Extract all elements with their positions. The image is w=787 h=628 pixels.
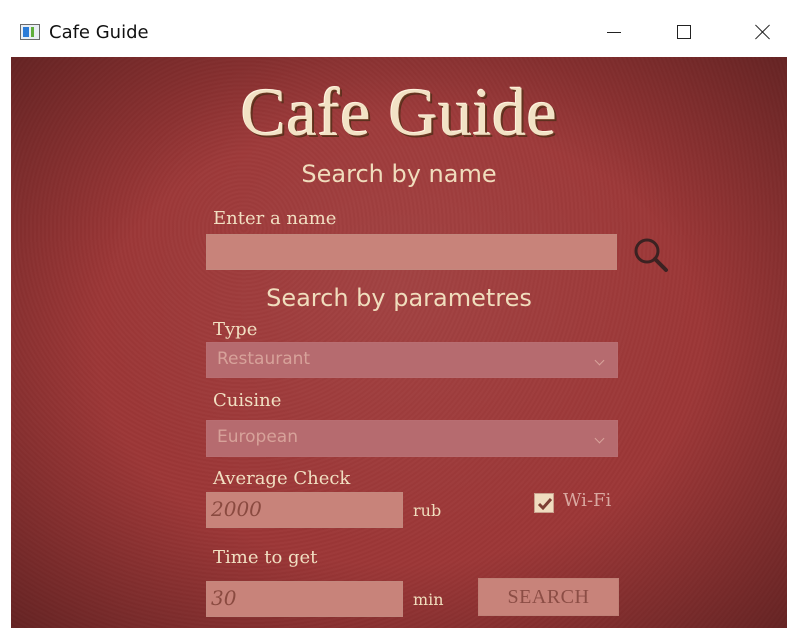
avg-check-unit: rub xyxy=(413,501,442,520)
app-window-icon xyxy=(20,24,40,40)
checkmark-icon xyxy=(537,498,553,511)
type-label: Type xyxy=(213,319,258,340)
maximize-icon xyxy=(677,25,691,39)
maximize-button[interactable] xyxy=(664,17,704,47)
time-input[interactable]: 30 xyxy=(206,581,403,617)
minimize-button[interactable] xyxy=(594,17,634,47)
cuisine-label: Cuisine xyxy=(213,390,282,411)
search-by-params-title: Search by parametres xyxy=(266,284,532,312)
close-icon xyxy=(754,23,772,41)
app-content: Cafe Guide Search by name Enter a name S… xyxy=(11,57,787,628)
avg-check-label: Average Check xyxy=(213,468,351,489)
search-by-name-title: Search by name xyxy=(301,160,497,188)
window-titlebar: Cafe Guide xyxy=(0,0,787,57)
magnifier-icon[interactable] xyxy=(631,235,671,275)
name-label: Enter a name xyxy=(213,208,337,229)
close-button[interactable] xyxy=(743,17,783,47)
search-button[interactable]: SEARCH xyxy=(478,578,619,616)
time-unit: min xyxy=(413,590,444,609)
name-input[interactable] xyxy=(206,234,617,270)
wifi-checkbox[interactable] xyxy=(534,493,554,513)
chevron-down-icon xyxy=(594,433,605,444)
avg-check-input[interactable]: 2000 xyxy=(206,492,403,528)
chevron-down-icon xyxy=(594,355,605,366)
cuisine-select[interactable]: European xyxy=(206,420,618,457)
time-label: Time to get xyxy=(213,547,318,568)
wifi-label: Wi-Fi xyxy=(563,490,612,511)
minimize-icon xyxy=(607,31,621,33)
app-heading: Cafe Guide xyxy=(240,74,558,150)
cuisine-selected-value: European xyxy=(217,427,298,447)
type-select[interactable]: Restaurant xyxy=(206,342,618,378)
window-title: Cafe Guide xyxy=(49,22,149,43)
type-selected-value: Restaurant xyxy=(217,349,311,369)
